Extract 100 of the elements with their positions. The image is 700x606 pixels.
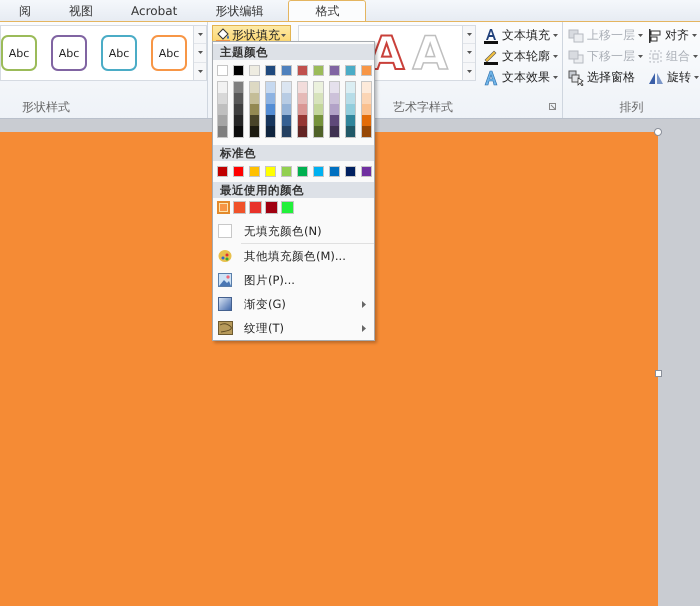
- color-swatch[interactable]: [298, 115, 307, 126]
- color-swatch[interactable]: [346, 126, 355, 137]
- color-swatch[interactable]: [282, 115, 291, 126]
- gallery-scrollbar[interactable]: [194, 25, 207, 81]
- color-swatch[interactable]: [233, 65, 244, 76]
- color-swatch[interactable]: [234, 104, 243, 115]
- color-swatch[interactable]: [265, 166, 276, 177]
- selection-handle[interactable]: [654, 128, 662, 136]
- color-swatch[interactable]: [217, 166, 228, 177]
- color-swatch[interactable]: [346, 93, 355, 104]
- text-format-button[interactable]: 文本轮廓: [481, 46, 560, 67]
- color-swatch[interactable]: [297, 65, 308, 76]
- gallery-scrollbar[interactable]: [463, 25, 476, 81]
- color-swatch[interactable]: [282, 93, 291, 104]
- color-swatch[interactable]: [346, 104, 355, 115]
- color-swatch[interactable]: [329, 65, 340, 76]
- color-swatch[interactable]: [250, 126, 259, 137]
- color-swatch[interactable]: [362, 126, 371, 137]
- color-swatch[interactable]: [313, 65, 324, 76]
- color-swatch[interactable]: [249, 166, 260, 177]
- color-swatch[interactable]: [282, 82, 291, 93]
- color-swatch[interactable]: [361, 65, 372, 76]
- shape-style-thumbnail[interactable]: Abc: [51, 35, 87, 71]
- color-swatch[interactable]: [345, 65, 356, 76]
- ribbon-tab[interactable]: 格式: [288, 0, 366, 21]
- color-swatch[interactable]: [361, 166, 372, 177]
- color-swatch[interactable]: [362, 104, 371, 115]
- color-swatch[interactable]: [218, 104, 227, 115]
- color-swatch[interactable]: [330, 93, 339, 104]
- menu-item[interactable]: 纹理(T): [213, 316, 374, 340]
- color-swatch[interactable]: [346, 115, 355, 126]
- color-swatch[interactable]: [282, 126, 291, 137]
- menu-item[interactable]: 渐变(G): [213, 292, 374, 316]
- color-swatch[interactable]: [346, 82, 355, 93]
- selection-handle[interactable]: [655, 370, 662, 377]
- color-swatch[interactable]: [218, 82, 227, 93]
- color-swatch[interactable]: [218, 115, 227, 126]
- color-swatch[interactable]: [314, 115, 323, 126]
- layer-up-icon: [568, 28, 584, 42]
- color-swatch[interactable]: [330, 104, 339, 115]
- color-swatch[interactable]: [298, 104, 307, 115]
- color-swatch[interactable]: [233, 166, 244, 177]
- color-swatch[interactable]: [345, 166, 356, 177]
- color-swatch[interactable]: [298, 93, 307, 104]
- color-swatch[interactable]: [234, 82, 243, 93]
- color-swatch[interactable]: [362, 115, 371, 126]
- color-swatch[interactable]: [282, 104, 291, 115]
- color-swatch[interactable]: [298, 82, 307, 93]
- color-swatch[interactable]: [314, 93, 323, 104]
- color-swatch[interactable]: [329, 166, 340, 177]
- shape-style-thumbnail[interactable]: Abc: [101, 35, 137, 71]
- color-swatch[interactable]: [266, 126, 275, 137]
- color-swatch[interactable]: [217, 201, 230, 214]
- shape-style-thumbnail[interactable]: Abc: [1, 35, 37, 71]
- color-swatch[interactable]: [265, 201, 278, 214]
- color-swatch[interactable]: [298, 126, 307, 137]
- color-swatch[interactable]: [266, 104, 275, 115]
- text-format-button[interactable]: 文本填充: [481, 25, 560, 46]
- color-swatch[interactable]: [266, 115, 275, 126]
- color-swatch[interactable]: [250, 115, 259, 126]
- color-swatch[interactable]: [281, 166, 292, 177]
- color-swatch[interactable]: [218, 93, 227, 104]
- color-swatch[interactable]: [218, 126, 227, 137]
- ribbon-tab[interactable]: Acrobat: [112, 0, 196, 21]
- color-swatch[interactable]: [249, 201, 262, 214]
- color-swatch[interactable]: [330, 115, 339, 126]
- arrange-button[interactable]: 选择窗格: [566, 67, 646, 88]
- color-swatch[interactable]: [362, 82, 371, 93]
- color-swatch[interactable]: [233, 201, 246, 214]
- shape-style-thumbnail[interactable]: Abc: [151, 35, 187, 71]
- color-swatch[interactable]: [314, 104, 323, 115]
- menu-item[interactable]: 图片(P)...: [213, 268, 374, 292]
- color-swatch[interactable]: [266, 93, 275, 104]
- color-swatch[interactable]: [250, 93, 259, 104]
- color-swatch[interactable]: [250, 82, 259, 93]
- color-swatch[interactable]: [281, 65, 292, 76]
- color-swatch[interactable]: [234, 126, 243, 137]
- arrange-button[interactable]: 旋转: [646, 67, 700, 88]
- color-swatch[interactable]: [281, 201, 294, 214]
- menu-item[interactable]: 其他填充颜色(M)...: [213, 244, 374, 268]
- color-swatch[interactable]: [314, 126, 323, 137]
- color-swatch[interactable]: [217, 65, 228, 76]
- color-swatch[interactable]: [330, 82, 339, 93]
- ribbon-tab[interactable]: 视图: [50, 0, 112, 21]
- color-swatch[interactable]: [234, 115, 243, 126]
- color-swatch[interactable]: [297, 166, 308, 177]
- color-swatch[interactable]: [265, 65, 276, 76]
- color-swatch[interactable]: [330, 126, 339, 137]
- color-swatch[interactable]: [266, 82, 275, 93]
- color-swatch[interactable]: [362, 93, 371, 104]
- color-swatch[interactable]: [313, 166, 324, 177]
- color-swatch[interactable]: [249, 65, 260, 76]
- color-swatch[interactable]: [314, 82, 323, 93]
- color-swatch[interactable]: [250, 104, 259, 115]
- text-format-button[interactable]: 文本效果: [481, 67, 560, 88]
- ribbon-tab[interactable]: 形状编辑: [196, 0, 282, 21]
- menu-item[interactable]: 无填充颜色(N): [213, 219, 374, 243]
- color-swatch[interactable]: [234, 93, 243, 104]
- arrange-button[interactable]: 对齐: [646, 25, 700, 46]
- ribbon-tab[interactable]: 阅: [0, 0, 50, 21]
